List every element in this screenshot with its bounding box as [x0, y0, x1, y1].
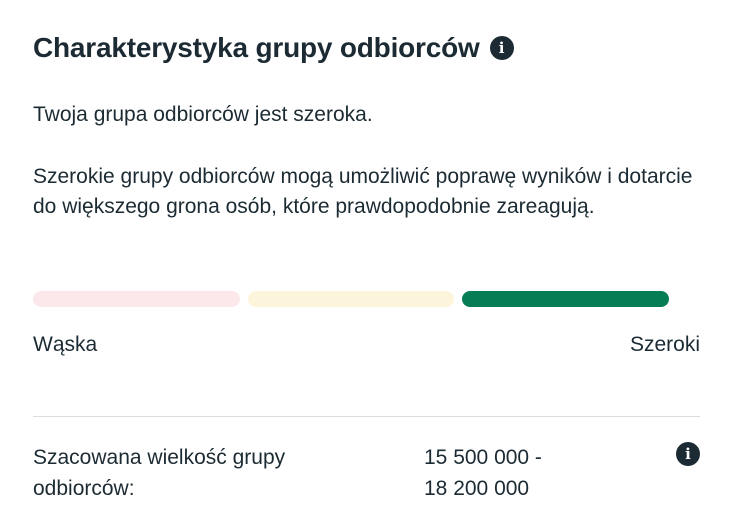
meter-segment-narrow [33, 291, 240, 307]
audience-size-meter [33, 291, 670, 307]
estimated-audience-size-label: Szacowana wielkość grupy odbiorców: [33, 446, 286, 500]
meter-labels: Wąska Szeroki [33, 331, 700, 359]
info-icon[interactable]: i [489, 36, 514, 60]
meter-label-broad: Szeroki [629, 333, 700, 356]
info-icon[interactable]: i [676, 442, 700, 466]
panel-title: Charakterystyka grupy odbiorców [33, 32, 480, 63]
meter-segment-broad [462, 291, 670, 307]
audience-definition-panel: Charakterystyka grupy odbiorców i Twoja … [33, 0, 700, 526]
estimate-max: 18 200 000 [424, 477, 530, 500]
audience-status-text: Twoja grupa odbiorców jest szeroka. [33, 103, 373, 126]
estimate-min: 15 500 000 - [424, 446, 542, 469]
divider [33, 416, 700, 417]
title-row: Charakterystyka grupy odbiorców i [33, 30, 514, 66]
meter-label-narrow: Wąska [33, 333, 98, 356]
audience-description: Szerokie grupy odbiorców mogą umożliwić … [33, 165, 693, 218]
estimated-audience-size-value: 15 500 000 - 18 200 000 [424, 442, 624, 504]
meter-segment-medium [247, 291, 455, 307]
